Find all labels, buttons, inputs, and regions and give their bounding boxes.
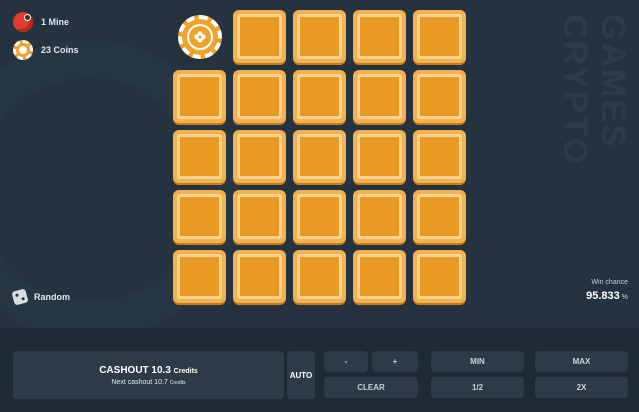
hidden-tile[interactable]: [233, 70, 286, 123]
dice-icon: [11, 288, 29, 306]
clover-icon: [193, 30, 206, 43]
hidden-tile[interactable]: [353, 250, 406, 303]
bomb-icon: [13, 12, 33, 32]
hidden-tile[interactable]: [233, 250, 286, 303]
max-bet-button[interactable]: MAX: [535, 351, 628, 372]
cashout-button[interactable]: CASHOUT 10.3 Credits Next cashout 10.7 C…: [13, 351, 284, 399]
hidden-tile[interactable]: [353, 10, 406, 63]
hidden-tile[interactable]: [413, 190, 466, 243]
next-cashout-label: Next cashout 10.7: [111, 378, 168, 386]
coin-icon: [13, 40, 33, 60]
game-area: CRYPTO GAMES 1 Mine 23 Coins Random Win …: [0, 0, 639, 328]
watermark-word-crypto: CRYPTO: [556, 14, 594, 166]
mines-label: 1 Mine: [41, 17, 70, 27]
decrease-bet-button[interactable]: -: [324, 351, 368, 372]
win-chance-number: 95.833: [586, 290, 620, 302]
watermark-word-games: GAMES: [594, 14, 632, 149]
hidden-tile[interactable]: [173, 130, 226, 183]
coin-ring: [186, 23, 213, 50]
tile-face: [417, 194, 462, 239]
hidden-tile[interactable]: [293, 10, 346, 63]
tile-face: [297, 254, 342, 299]
revealed-coin-tile[interactable]: [173, 10, 226, 63]
win-chance-unit: %: [621, 294, 628, 301]
tile-face: [357, 74, 402, 119]
hidden-tile[interactable]: [293, 190, 346, 243]
win-chance-label: Win chance: [591, 279, 628, 286]
tile-face: [237, 194, 282, 239]
hidden-tile[interactable]: [173, 70, 226, 123]
hidden-tile[interactable]: [233, 190, 286, 243]
tile-face: [237, 74, 282, 119]
tile-face: [237, 254, 282, 299]
hidden-tile[interactable]: [353, 190, 406, 243]
win-chance-value: 95.833%: [586, 290, 628, 302]
hidden-tile[interactable]: [293, 70, 346, 123]
increase-bet-button[interactable]: +: [372, 351, 418, 372]
tile-face: [357, 134, 402, 179]
coins-count: 23 Coins: [13, 40, 79, 60]
tile-face: [297, 74, 342, 119]
tile-face: [417, 74, 462, 119]
next-cashout: Next cashout 10.7 Credits: [111, 379, 185, 386]
coin-icon: [177, 14, 222, 59]
clear-bet-button[interactable]: CLEAR: [324, 377, 418, 398]
next-cashout-credits-unit: Credits: [169, 379, 186, 386]
tile-face: [177, 254, 222, 299]
tile-face: [177, 134, 222, 179]
hidden-tile[interactable]: [353, 70, 406, 123]
tile-face: [237, 134, 282, 179]
hidden-tile[interactable]: [413, 250, 466, 303]
hidden-tile[interactable]: [413, 10, 466, 63]
hidden-tile[interactable]: [353, 130, 406, 183]
hidden-tile[interactable]: [173, 190, 226, 243]
tile-face: [357, 254, 402, 299]
tile-face: [237, 14, 282, 59]
random-label: Random: [34, 292, 70, 302]
coins-label: 23 Coins: [41, 45, 79, 55]
double-bet-button[interactable]: 2X: [535, 377, 628, 398]
tile-face: [357, 14, 402, 59]
tile-face: [417, 14, 462, 59]
tile-face: [357, 194, 402, 239]
min-bet-button[interactable]: MIN: [431, 351, 524, 372]
tile-face: [297, 134, 342, 179]
bet-control-panel: CASHOUT 10.3 Credits Next cashout 10.7 C…: [0, 328, 639, 412]
mines-grid: [173, 10, 466, 303]
hidden-tile[interactable]: [233, 130, 286, 183]
tile-face: [177, 194, 222, 239]
crypto-games-watermark: CRYPTO GAMES: [551, 14, 632, 194]
tile-face: [417, 254, 462, 299]
auto-button[interactable]: AUTO: [287, 351, 315, 399]
tile-face: [177, 74, 222, 119]
tile-face: [297, 14, 342, 59]
hidden-tile[interactable]: [413, 70, 466, 123]
win-chance: Win chance 95.833%: [586, 279, 628, 302]
cashout-main: CASHOUT 10.3 Credits: [99, 365, 198, 376]
random-button[interactable]: Random: [11, 288, 70, 306]
hidden-tile[interactable]: [293, 130, 346, 183]
tile-face: [417, 134, 462, 179]
hidden-tile[interactable]: [413, 130, 466, 183]
hidden-tile[interactable]: [293, 250, 346, 303]
hidden-tile[interactable]: [173, 250, 226, 303]
cashout-label: CASHOUT 10.3: [99, 364, 171, 376]
mines-count: 1 Mine: [13, 12, 69, 32]
cashout-credits-unit: Credits: [173, 367, 198, 375]
tile-face: [297, 194, 342, 239]
half-bet-button[interactable]: 1/2: [431, 377, 524, 398]
hidden-tile[interactable]: [233, 10, 286, 63]
